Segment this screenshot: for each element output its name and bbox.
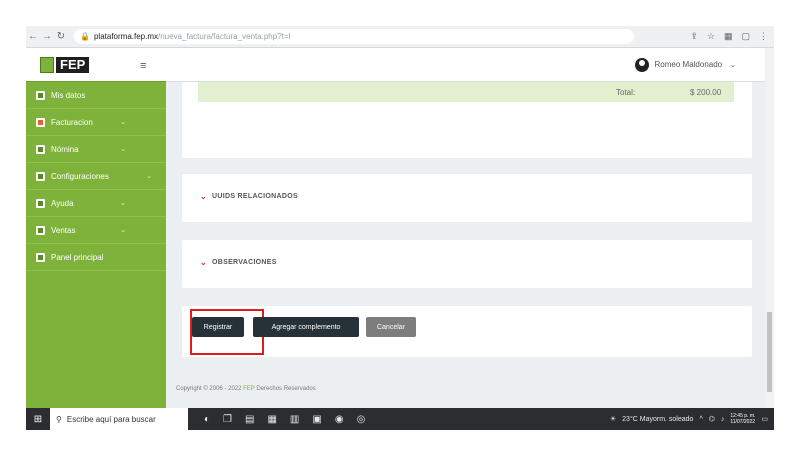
tray-chevron-up-icon[interactable]: ^ [699, 416, 702, 423]
logo-area: FEP ≡ [26, 48, 166, 82]
chevron-down-icon: ⌄ [200, 258, 208, 267]
chevron-down-icon: ⌄ [120, 200, 126, 207]
sidebar-item-nomina[interactable]: Nómina ⌄ [26, 136, 166, 163]
volume-icon[interactable]: ♪ [721, 416, 725, 423]
hamburger-menu-icon[interactable]: ≡ [140, 60, 146, 72]
sidebar-item-panel-principal[interactable]: Panel principal [26, 244, 166, 271]
user-avatar-icon[interactable] [634, 57, 649, 72]
total-row: Total: $ 200.00 [198, 82, 734, 102]
footer-copyright: Copyright © 2006 - 2022 [176, 386, 242, 392]
bookmark-star-icon[interactable]: ☆ [707, 31, 715, 42]
sidebar-item-label: Panel principal [51, 252, 104, 262]
browser-actions: ⇪ ☆ ▦ ▢ ⋮ [690, 31, 774, 42]
task-view-icon[interactable]: ❐ [223, 414, 232, 425]
chevron-down-icon: ⌄ [146, 173, 152, 180]
url-domain: plataforma.fep.mx [93, 32, 158, 41]
total-value: $ 200.00 [690, 88, 722, 97]
lock-icon: 🔒 [80, 32, 90, 41]
sidebar-item-label: Facturacion [51, 117, 93, 127]
totals-card: Total: $ 200.00 [182, 82, 752, 158]
top-header: Romeo Maldonado ⌄ [166, 48, 774, 82]
total-label: Total: [616, 88, 636, 97]
extension-icon[interactable]: ▦ [724, 31, 733, 42]
settings-icon [36, 171, 45, 181]
back-arrow-icon[interactable]: ← [26, 31, 40, 42]
section-title: UUIDS RELACIONADOS [212, 193, 298, 200]
forward-arrow-icon[interactable]: → [40, 31, 54, 42]
taskbar-apps: ◐ ❐ ▤ ▦ ▥ ▣ ◉ ◎ [204, 414, 365, 425]
screen: ← → ↻ 🔒 plataforma.fep.mx /nueva_factura… [26, 26, 774, 430]
sidebar-item-ventas[interactable]: Ventas ⌄ [26, 217, 166, 244]
reload-icon[interactable]: ↻ [54, 31, 68, 42]
chevron-down-icon: ⌄ [120, 119, 126, 126]
taskbar-search-placeholder: Escribe aquí para buscar [66, 414, 156, 424]
sidebar-item-configuraciones[interactable]: Configuraciones ⌄ [26, 163, 166, 190]
uuids-section-header[interactable]: ⌄ UUIDS RELACIONADOS [200, 192, 298, 201]
scrollbar-thumb[interactable] [767, 312, 772, 392]
sidebar: FEP ≡ Mis datos Facturacion ⌄ Nómina ⌄ C… [26, 48, 166, 408]
sidebar-item-label: Nómina [51, 144, 79, 154]
url-path: /nueva_factura/factura_venta.php?t=I [158, 32, 291, 41]
sidebar-item-ayuda[interactable]: Ayuda ⌄ [26, 190, 166, 217]
page-scrollbar[interactable] [765, 48, 774, 408]
browser-toolbar: ← → ↻ 🔒 plataforma.fep.mx /nueva_factura… [26, 26, 774, 48]
footer-brand-link[interactable]: FEP [243, 386, 255, 392]
chevron-down-icon: ⌄ [120, 227, 126, 234]
weather-text[interactable]: 23°C Mayorm. soleado [622, 416, 693, 423]
menu-dots-icon[interactable]: ⋮ [759, 31, 768, 42]
excel-icon[interactable]: ▦ [267, 414, 276, 425]
cancelar-button[interactable]: Cancelar [366, 317, 416, 337]
taskbar-search[interactable]: ⚲ Escribe aquí para buscar [50, 408, 188, 430]
sidebar-item-mis-datos[interactable]: Mis datos [26, 82, 166, 109]
browser-active-icon[interactable]: ◎ [357, 414, 366, 425]
sidebar-item-label: Configuraciones [51, 171, 109, 181]
fep-logo[interactable]: FEP [40, 55, 90, 75]
observaciones-section[interactable]: ⌄ OBSERVACIONES [182, 240, 752, 288]
footer: Copyright © 2006 - 2022 FEP Derechos Res… [176, 386, 316, 392]
logo-mark-icon [40, 56, 54, 73]
sales-icon [36, 225, 45, 235]
notifications-icon[interactable]: ▭ [761, 415, 768, 423]
chrome-icon[interactable]: ◉ [335, 414, 344, 425]
app: FEP ≡ Mis datos Facturacion ⌄ Nómina ⌄ C… [26, 48, 774, 408]
widgets-icon[interactable]: ◐ [204, 414, 210, 425]
section-title: OBSERVACIONES [212, 259, 277, 266]
file-explorer-icon[interactable]: ▤ [245, 414, 254, 425]
photos-icon[interactable]: ▣ [312, 414, 321, 425]
agregar-complemento-button[interactable]: Agregar complemento [253, 317, 359, 337]
user-name[interactable]: Romeo Maldonado [655, 60, 723, 69]
windows-start-icon[interactable]: ⊞ [26, 414, 50, 425]
chevron-down-icon[interactable]: ⌄ [730, 61, 736, 69]
clock-date: 11/07/2022 [730, 419, 756, 425]
document-icon [36, 117, 45, 127]
sidebar-item-facturacion[interactable]: Facturacion ⌄ [26, 109, 166, 136]
uuids-section[interactable]: ⌄ UUIDS RELACIONADOS [182, 174, 752, 222]
window-icon[interactable]: ▢ [741, 31, 750, 42]
sidebar-menu: Mis datos Facturacion ⌄ Nómina ⌄ Configu… [26, 82, 166, 271]
observaciones-section-header[interactable]: ⌄ OBSERVACIONES [200, 258, 277, 267]
clock[interactable]: 12:45 p. m. 11/07/2022 [730, 413, 755, 425]
footer-rights: Derechos Reservados [256, 386, 316, 392]
main-content: Romeo Maldonado ⌄ Total: $ 200.00 ⌄ UUID… [166, 48, 774, 408]
sidebar-item-label: Mis datos [51, 90, 86, 100]
word-icon[interactable]: ▥ [290, 414, 299, 425]
taskbar: ⊞ ⚲ Escribe aquí para buscar ◐ ❐ ▤ ▦ ▥ ▣… [26, 408, 774, 430]
search-icon: ⚲ [56, 414, 62, 424]
chevron-down-icon: ⌄ [120, 146, 126, 153]
actions-card: Registrar Agregar complemento Cancelar [182, 306, 752, 357]
share-icon[interactable]: ⇪ [690, 31, 698, 42]
chevron-down-icon: ⌄ [200, 192, 208, 201]
help-icon [36, 198, 45, 208]
system-tray: ☀ 23°C Mayorm. soleado ^ ⌬ ♪ 12:45 p. m.… [610, 413, 774, 425]
logo-text: FEP [56, 56, 90, 73]
network-icon[interactable]: ⌬ [709, 415, 715, 423]
sidebar-item-label: Ayuda [51, 198, 74, 208]
dashboard-icon [36, 252, 45, 262]
address-bar[interactable]: 🔒 plataforma.fep.mx /nueva_factura/factu… [74, 29, 634, 44]
registrar-button[interactable]: Registrar [192, 317, 244, 337]
id-card-icon [36, 90, 45, 100]
sidebar-item-label: Ventas [51, 225, 76, 235]
payroll-icon [36, 144, 45, 154]
weather-icon: ☀ [609, 416, 617, 423]
